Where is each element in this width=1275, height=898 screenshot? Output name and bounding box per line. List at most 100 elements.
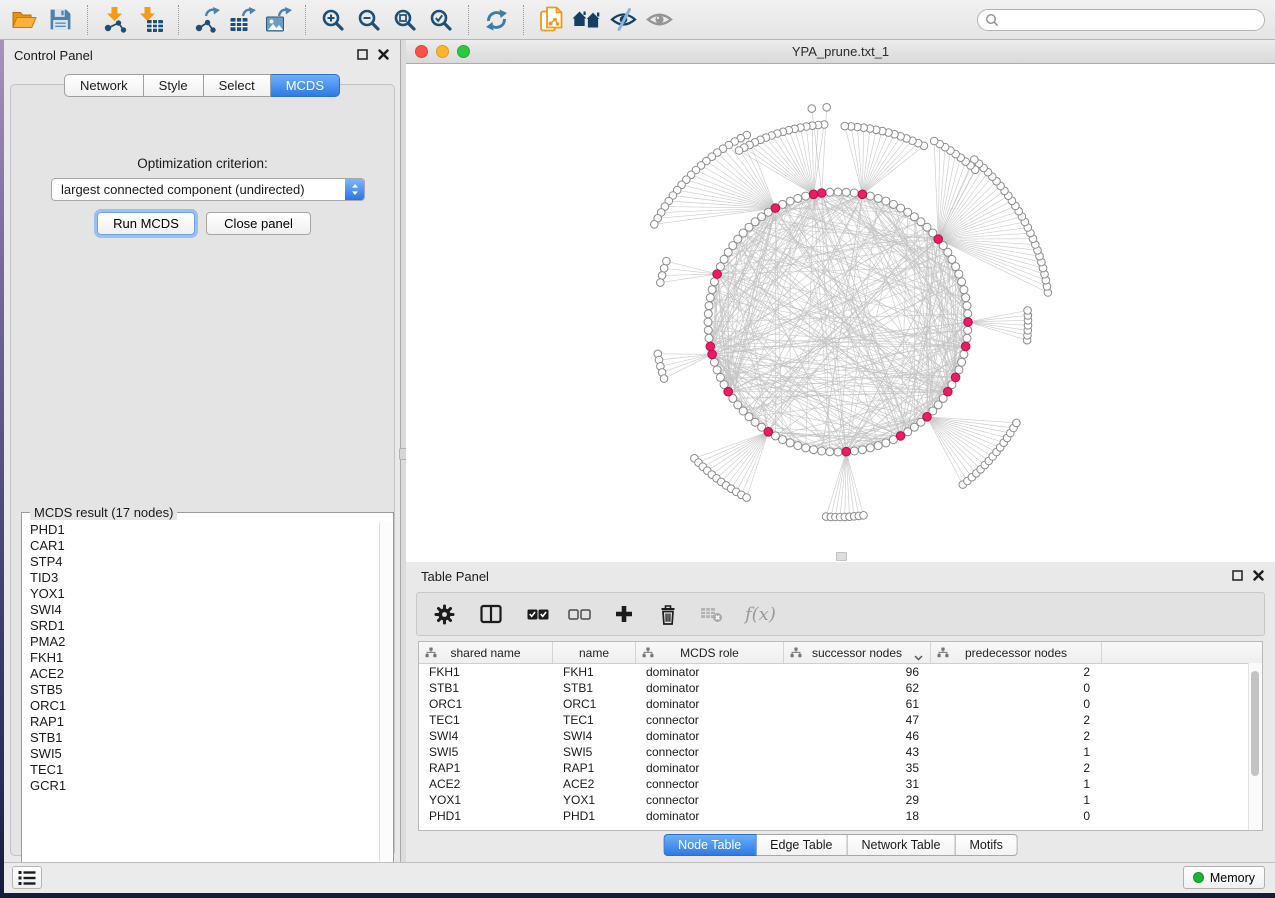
network-leaf-node[interactable]: [1024, 307, 1032, 315]
network-leaf-node[interactable]: [735, 147, 743, 155]
mcds-result-item[interactable]: TID3: [23, 570, 380, 586]
run-mcds-button[interactable]: Run MCDS: [97, 212, 195, 235]
mcds-close-panel-button[interactable]: Close panel: [206, 212, 311, 235]
mcds-hub-node[interactable]: [809, 190, 818, 199]
mcds-hub-node[interactable]: [923, 413, 932, 422]
network-leaf-node[interactable]: [823, 104, 831, 112]
zoom-selected-button[interactable]: [423, 3, 459, 37]
network-node[interactable]: [786, 439, 794, 447]
mcds-result-item[interactable]: SWI4: [23, 602, 380, 618]
network-node[interactable]: [882, 197, 890, 205]
network-node[interactable]: [866, 444, 874, 452]
network-node[interactable]: [850, 189, 858, 197]
network-leaf-node[interactable]: [1013, 419, 1021, 427]
network-node[interactable]: [960, 286, 968, 294]
mcds-result-item[interactable]: TEC1: [23, 762, 380, 778]
network-node[interactable]: [889, 200, 897, 208]
tab-select[interactable]: Select: [204, 74, 271, 97]
network-leaf-node[interactable]: [660, 265, 668, 273]
delete-row-button[interactable]: [659, 604, 677, 625]
node-table[interactable]: shared namenameMCDS rolesuccessor nodesp…: [418, 641, 1263, 831]
network-node[interactable]: [710, 278, 718, 286]
mcds-hub-node[interactable]: [951, 373, 960, 382]
table-settings-button[interactable]: [434, 604, 455, 625]
network-graph-svg[interactable]: [406, 64, 1275, 562]
network-node[interactable]: [710, 358, 718, 366]
table-panel-float-button[interactable]: [1231, 569, 1244, 582]
table-row[interactable]: ORC1ORC1dominator610: [419, 696, 1262, 712]
network-leaf-node[interactable]: [658, 272, 666, 280]
open-folder-button[interactable]: [6, 3, 42, 37]
zoom-in-button[interactable]: [315, 3, 351, 37]
table-row[interactable]: ACE2ACE2connector311: [419, 776, 1262, 792]
network-node[interactable]: [786, 197, 794, 205]
network-node[interactable]: [802, 444, 810, 452]
mcds-result-item[interactable]: ORC1: [23, 698, 380, 714]
table-row[interactable]: SWI5SWI5connector431: [419, 744, 1262, 760]
network-node[interactable]: [958, 358, 966, 366]
function-builder-button[interactable]: f(x): [745, 604, 776, 625]
import-network-button[interactable]: [97, 3, 133, 37]
mcds-hub-node[interactable]: [944, 387, 953, 396]
open-session-button[interactable]: [569, 3, 605, 37]
network-node[interactable]: [842, 188, 850, 196]
network-node[interactable]: [704, 318, 712, 326]
table-row[interactable]: RAP1RAP1dominator352: [419, 760, 1262, 776]
mcds-result-item[interactable]: STB1: [23, 730, 380, 746]
tab-motifs[interactable]: Motifs: [955, 834, 1017, 856]
network-node[interactable]: [713, 366, 721, 374]
mcds-list-scrollbar[interactable]: [379, 522, 392, 882]
network-node[interactable]: [704, 310, 712, 318]
table-row[interactable]: TEC1TEC1connector472: [419, 712, 1262, 728]
mcds-result-item[interactable]: GCR1: [23, 778, 380, 794]
search-input[interactable]: [1004, 12, 1264, 28]
network-leaf-node[interactable]: [808, 105, 816, 113]
export-table-button[interactable]: [224, 3, 260, 37]
mcds-result-item[interactable]: STB5: [23, 682, 380, 698]
network-node[interactable]: [779, 436, 787, 444]
network-node[interactable]: [705, 302, 713, 310]
scrollbar-thumb[interactable]: [1251, 671, 1259, 776]
network-window-titlebar[interactable]: YPA_prune.txt_1: [406, 40, 1275, 64]
tab-edge-table[interactable]: Edge Table: [756, 834, 847, 856]
tab-style[interactable]: Style: [144, 74, 204, 97]
network-node[interactable]: [958, 278, 966, 286]
network-node[interactable]: [960, 350, 968, 358]
network-node[interactable]: [834, 448, 842, 456]
column-header-shared-name[interactable]: shared name: [419, 642, 553, 663]
network-node[interactable]: [963, 302, 971, 310]
select-all-button[interactable]: [527, 609, 549, 620]
table-row[interactable]: FKH1FKH1dominator962: [419, 664, 1262, 680]
mcds-hub-node[interactable]: [771, 204, 780, 213]
mcds-hub-node[interactable]: [842, 447, 851, 456]
mcds-hub-node[interactable]: [706, 342, 715, 351]
delete-table-button[interactable]: [700, 605, 724, 623]
network-node[interactable]: [810, 446, 818, 454]
criterion-dropdown[interactable]: largest connected component (undirected): [51, 178, 365, 201]
table-row[interactable]: STB1STB1dominator620: [419, 680, 1262, 696]
network-canvas[interactable]: [406, 64, 1275, 562]
mcds-hub-node[interactable]: [896, 432, 905, 441]
table-row[interactable]: PHD1PHD1dominator180: [419, 808, 1262, 824]
deselect-all-button[interactable]: [568, 609, 591, 620]
mcds-result-item[interactable]: ACE2: [23, 666, 380, 682]
mcds-hub-node[interactable]: [713, 270, 722, 279]
refresh-button[interactable]: [478, 3, 514, 37]
sort-chevron-icon[interactable]: [914, 650, 923, 664]
network-node[interactable]: [962, 294, 970, 302]
network-node[interactable]: [826, 448, 834, 456]
search-box[interactable]: [977, 9, 1265, 31]
mcds-result-item[interactable]: CAR1: [23, 538, 380, 554]
network-leaf-node[interactable]: [930, 137, 938, 145]
show-panels-button[interactable]: [12, 866, 42, 889]
network-node[interactable]: [882, 439, 890, 447]
network-node[interactable]: [705, 334, 713, 342]
network-node[interactable]: [858, 446, 866, 454]
import-table-button[interactable]: [133, 3, 169, 37]
zoom-fit-button[interactable]: [387, 3, 423, 37]
network-node[interactable]: [834, 188, 842, 196]
network-node[interactable]: [866, 192, 874, 200]
add-row-button[interactable]: [614, 604, 634, 624]
mcds-hub-node[interactable]: [724, 387, 733, 396]
mcds-hub-node[interactable]: [708, 350, 717, 359]
